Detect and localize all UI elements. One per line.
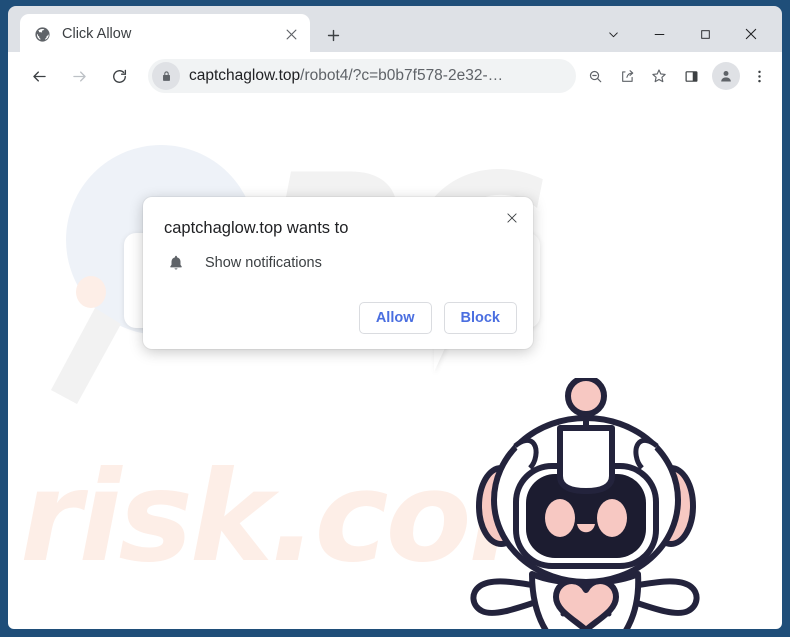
bookmark-icon[interactable] (644, 61, 674, 91)
decorative-dot (76, 276, 106, 308)
minimize-button[interactable] (636, 13, 682, 55)
bell-icon (167, 254, 185, 272)
reload-button[interactable] (102, 59, 136, 93)
page-viewport: PC risk.com (8, 100, 782, 629)
browser-toolbar: captchaglow.top/robot4/?c=b0b7f578-2e32-… (8, 52, 782, 100)
dialog-title: captchaglow.top wants to (164, 219, 349, 237)
browser-tab-click-allow[interactable]: Click Allow (20, 14, 310, 54)
new-tab-button[interactable] (320, 22, 346, 48)
notification-permission-dialog: captchaglow.top wants to Show notificati… (143, 197, 533, 349)
address-bar[interactable]: captchaglow.top/robot4/?c=b0b7f578-2e32-… (148, 59, 576, 93)
tab-title: Click Allow (62, 26, 132, 42)
globe-icon (34, 26, 51, 43)
tab-search-button[interactable] (590, 13, 636, 55)
allow-button[interactable]: Allow (358, 302, 432, 334)
tab-strip: Click Allow (8, 6, 782, 54)
back-button[interactable] (22, 59, 56, 93)
permission-option-label: Show notifications (205, 255, 322, 271)
maximize-button[interactable] (682, 13, 728, 55)
lock-icon[interactable] (152, 62, 180, 90)
address-bar-text: captchaglow.top/robot4/?c=b0b7f578-2e32-… (189, 67, 504, 84)
browser-menu-button[interactable] (744, 61, 774, 91)
window-controls (590, 12, 774, 56)
permission-option-row: Show notifications (167, 254, 322, 272)
close-tab-icon[interactable] (280, 23, 302, 45)
close-dialog-icon[interactable] (499, 205, 525, 231)
block-button[interactable]: Block (443, 302, 517, 334)
dialog-actions: Allow Block (358, 302, 517, 334)
profile-avatar[interactable] (712, 62, 740, 90)
close-window-button[interactable] (728, 13, 774, 55)
browser-window: Click Allow captchaglow.top/robot4/?c=b0… (0, 0, 790, 637)
side-panel-icon[interactable] (676, 61, 706, 91)
forward-button[interactable] (62, 59, 96, 93)
zoom-out-icon[interactable] (580, 61, 610, 91)
share-icon[interactable] (612, 61, 642, 91)
robot-mascot-illustration (470, 378, 700, 629)
